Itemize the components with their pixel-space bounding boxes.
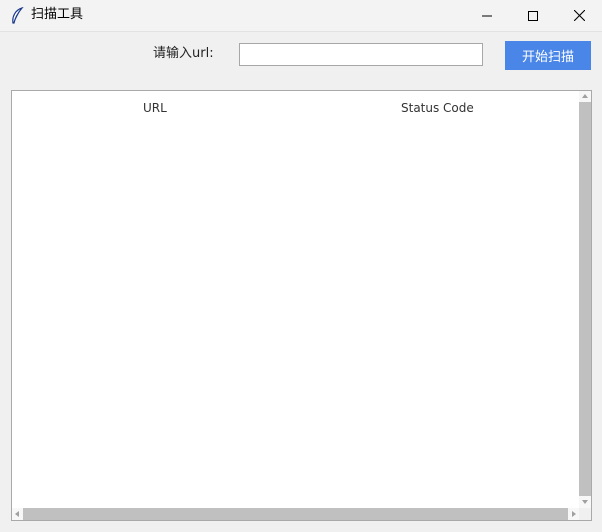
results-table[interactable]: URL Status Code	[11, 90, 592, 521]
maximize-icon	[528, 6, 538, 25]
scroll-up-arrow-icon[interactable]	[579, 91, 591, 101]
close-icon	[573, 6, 585, 25]
url-input[interactable]	[239, 43, 483, 66]
horizontal-scroll-thumb[interactable]	[23, 508, 568, 520]
scroll-right-arrow-icon[interactable]	[569, 508, 579, 520]
title-bar[interactable]: 扫描工具	[0, 0, 602, 32]
minimize-icon	[482, 6, 492, 25]
feather-icon	[10, 6, 24, 25]
scroll-down-arrow-icon[interactable]	[579, 497, 591, 507]
vertical-scroll-thumb[interactable]	[579, 102, 591, 496]
window-title: 扫描工具	[31, 7, 84, 22]
column-header-status-code[interactable]: Status Code	[401, 100, 474, 116]
column-header-url[interactable]: URL	[143, 100, 167, 116]
horizontal-scrollbar[interactable]	[12, 508, 579, 520]
scroll-left-arrow-icon[interactable]	[12, 508, 22, 520]
vertical-scrollbar[interactable]	[579, 91, 591, 508]
url-label: 请输入url:	[153, 46, 214, 61]
minimize-button[interactable]	[464, 0, 510, 31]
start-scan-button[interactable]: 开始扫描	[505, 41, 591, 70]
close-button[interactable]	[556, 0, 602, 31]
scrollbar-corner	[579, 508, 591, 520]
maximize-button[interactable]	[510, 0, 556, 31]
